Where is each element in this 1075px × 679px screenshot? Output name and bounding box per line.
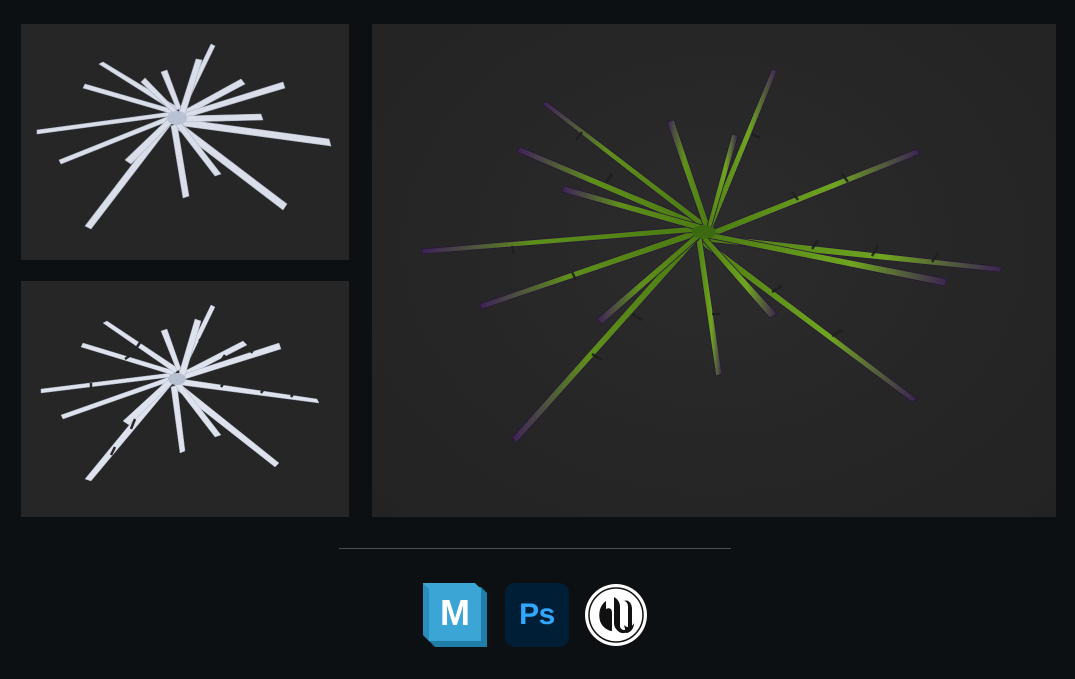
cut-plant-mesh-image (40, 304, 320, 482)
maya-label: M (440, 592, 470, 633)
section-divider (339, 548, 731, 549)
photoshop-icon: Ps (505, 583, 569, 647)
page: M Ps (0, 0, 1075, 679)
textured-plant-render-image (421, 68, 1003, 443)
plant-base-mesh-view (21, 24, 349, 260)
maya-icon: M (423, 583, 487, 647)
white-plant-mesh-image (36, 43, 332, 230)
plant-cut-mesh-view (21, 281, 349, 517)
unreal-engine-icon (584, 583, 648, 647)
photoshop-label: Ps (505, 583, 569, 647)
plant-textured-render-view (372, 24, 1056, 517)
